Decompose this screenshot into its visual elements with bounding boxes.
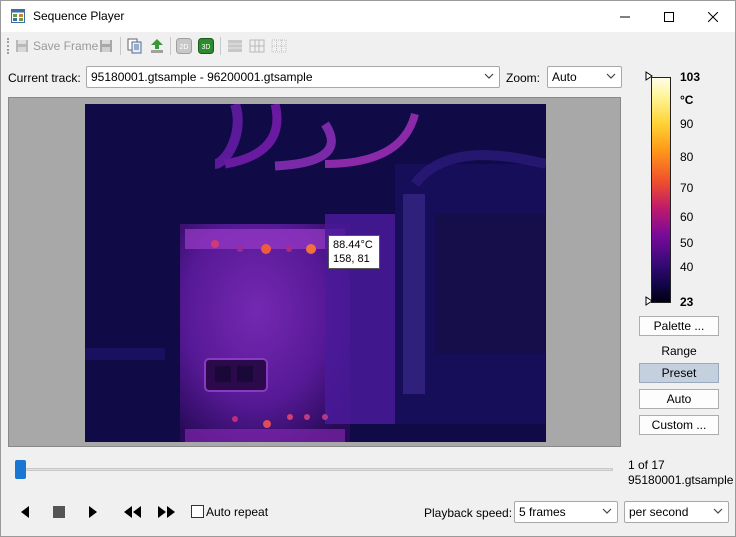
- fast-forward-button[interactable]: [157, 504, 177, 520]
- save-frame-icon: [16, 40, 28, 52]
- scale-max-label: 103: [680, 70, 701, 84]
- color-scale-bar: [651, 77, 671, 303]
- frame-file: 95180001.gtsample: [628, 473, 734, 487]
- layout-grid-button[interactable]: [249, 36, 265, 56]
- chevron-down-icon: [606, 73, 616, 79]
- toolbar-separator: [120, 37, 121, 55]
- auto-button[interactable]: Auto: [639, 389, 719, 409]
- layout-dots-button[interactable]: [271, 36, 287, 56]
- current-track-label: Current track:: [8, 71, 81, 85]
- playback-speed-value: 5 frames: [519, 505, 566, 519]
- current-track-select[interactable]: 95180001.gtsample - 96200001.gtsample: [86, 66, 500, 88]
- scale-min-marker-icon[interactable]: [645, 296, 653, 306]
- view-3d-button[interactable]: 3D: [198, 36, 214, 56]
- window-title: Sequence Player: [33, 9, 125, 23]
- 3d-icon: 3D: [198, 38, 214, 54]
- stop-button[interactable]: [52, 504, 66, 520]
- playback-speed-label: Playback speed:: [424, 506, 513, 520]
- palette-button[interactable]: Palette ...: [639, 316, 719, 336]
- playback-speed-unit-value: per second: [629, 505, 689, 519]
- toolbar-grip[interactable]: [7, 38, 10, 54]
- frame-counter: 1 of 17: [628, 458, 665, 472]
- toolbar: Save Frame 2D 3D: [1, 32, 735, 60]
- export-icon: [151, 39, 163, 53]
- layout-single-icon: [228, 40, 242, 52]
- playback-speed-unit-select[interactable]: per second: [624, 501, 729, 523]
- temperature-readout: 88.44°C 158, 81: [328, 235, 380, 269]
- copy-icon: [127, 38, 142, 54]
- palette-button-label: Palette ...: [653, 319, 705, 333]
- chevron-down-icon: [713, 508, 723, 514]
- rewind-icon: [124, 506, 141, 518]
- layout-single-button[interactable]: [227, 36, 243, 56]
- scale-tick-label: 80: [680, 150, 694, 164]
- copy-button[interactable]: [127, 36, 143, 56]
- scale-tick-label: 90: [680, 117, 694, 131]
- play-button[interactable]: [87, 504, 99, 520]
- minimize-button[interactable]: [603, 1, 647, 32]
- auto-repeat-label[interactable]: Auto repeat: [206, 505, 268, 519]
- scale-unit-label: °C: [680, 93, 694, 107]
- fast-forward-icon: [158, 506, 175, 518]
- playback-speed-select[interactable]: 5 frames: [514, 501, 618, 523]
- zoom-select[interactable]: Auto: [547, 66, 622, 88]
- custom-button-label: Custom ...: [651, 418, 707, 432]
- frame-info: 1 of 17 95180001.gtsample: [628, 458, 733, 488]
- scale-tick-label: 70: [680, 181, 694, 195]
- scale-min-label: 23: [680, 295, 694, 309]
- maximize-icon: [664, 11, 674, 22]
- save-frame-button[interactable]: Save Frame: [15, 36, 98, 56]
- chevron-down-icon: [602, 508, 612, 514]
- range-label: Range: [661, 344, 697, 358]
- auto-repeat-checkbox[interactable]: [191, 505, 204, 518]
- scale-tick-label: 40: [680, 260, 694, 274]
- layout-dots-icon: [271, 39, 287, 53]
- rewind-button[interactable]: [123, 504, 143, 520]
- current-track-value: 95180001.gtsample - 96200001.gtsample: [91, 70, 313, 84]
- chevron-down-icon: [484, 73, 494, 79]
- scale-tick-label: 60: [680, 210, 694, 224]
- export-button[interactable]: [149, 36, 165, 56]
- save-button[interactable]: [99, 36, 113, 56]
- toolbar-separator: [170, 37, 171, 55]
- save-icon: [100, 40, 112, 52]
- svg-text:2D: 2D: [180, 44, 189, 51]
- image-viewport[interactable]: 88.44°C 158, 81: [8, 97, 621, 447]
- preset-button[interactable]: Preset: [639, 363, 719, 383]
- close-button[interactable]: [691, 1, 735, 32]
- previous-frame-button[interactable]: [19, 504, 31, 520]
- scale-tick-label: 50: [680, 236, 694, 250]
- readout-position: 158, 81: [333, 253, 370, 265]
- preset-button-label: Preset: [661, 366, 697, 380]
- save-frame-label: Save Frame: [33, 39, 99, 53]
- 2d-icon: 2D: [176, 38, 192, 54]
- zoom-value: Auto: [552, 70, 577, 84]
- play-icon: [89, 506, 97, 518]
- toolbar-separator: [220, 37, 221, 55]
- zoom-label: Zoom:: [506, 71, 541, 85]
- minimize-icon: [620, 16, 630, 17]
- close-icon: [708, 11, 718, 22]
- maximize-button[interactable]: [647, 1, 691, 32]
- auto-button-label: Auto: [666, 392, 692, 406]
- frame-slider-track[interactable]: [17, 468, 613, 471]
- thermal-image[interactable]: [85, 104, 546, 442]
- svg-text:3D: 3D: [202, 44, 211, 51]
- title-bar: Sequence Player: [1, 1, 735, 32]
- play-backward-icon: [21, 506, 29, 518]
- stop-icon: [53, 506, 65, 518]
- frame-slider-thumb[interactable]: [15, 460, 26, 479]
- custom-button[interactable]: Custom ...: [639, 415, 719, 435]
- sequence-player-window: Sequence Player Save Frame 2D 3D Current…: [0, 0, 736, 537]
- view-2d-button[interactable]: 2D: [176, 36, 192, 56]
- layout-grid-icon: [249, 39, 265, 53]
- app-icon: [11, 9, 25, 23]
- readout-temperature: 88.44°C: [333, 239, 373, 251]
